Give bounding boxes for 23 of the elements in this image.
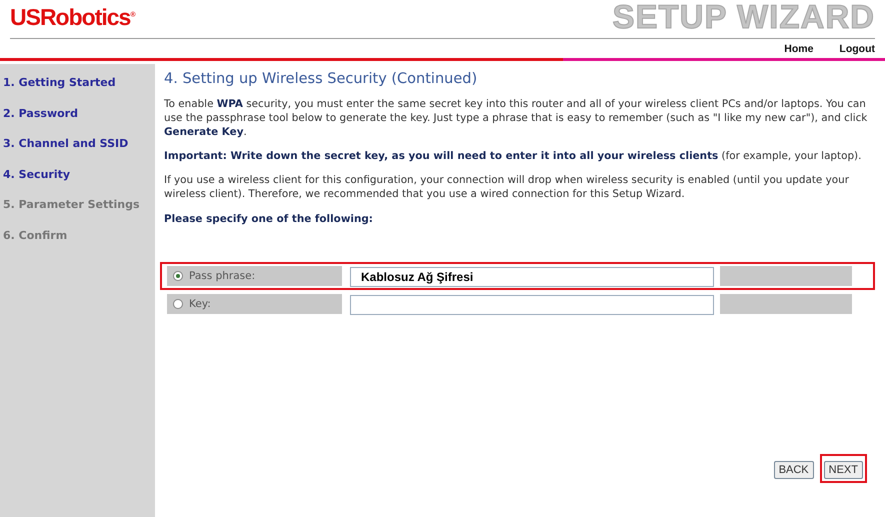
step-link[interactable]: 1. Getting Started [0,76,155,106]
step-link[interactable]: 3. Channel and SSID [0,137,155,168]
nav-button[interactable]: NEXT [824,461,863,479]
option-label: Key: [189,298,211,310]
paragraph: Important: Write down the secret key, as you will need to enter it into all your wireless clients (for example, your laptop). [164,149,862,163]
radio-icon[interactable] [173,271,183,281]
option-label: Pass phrase: [189,270,256,282]
nav-link[interactable]: Home [784,43,814,57]
paragraph: To enable WPA security, you must enter the same secret key into this router and all of your wireless client PCs and/or laptops. You can use the passphrase tool below to generate the key. Just type a phrase that is easy to remember (such as "I like my new car"), and click Generate Key. [164,97,868,139]
nav-link[interactable]: Logout [839,43,875,57]
step-link[interactable]: 2. Password [0,106,155,137]
page-heading: 4. Setting up Wireless Security (Continued) [164,71,478,87]
text-field[interactable] [350,294,714,314]
radio-icon[interactable] [173,299,183,309]
text-field[interactable]: Kablosuz Ağ Şifresi [350,266,714,286]
step-link[interactable]: 4. Security [0,168,155,198]
brand-logo: USRobotics$^{®}$ [10,3,135,31]
wizard-title: SETUP WIZARD [612,0,875,34]
radio-option[interactable]: Pass phrase: [167,266,342,286]
nav-button[interactable]: BACK [774,461,814,479]
radio-option[interactable]: Key: [167,294,342,314]
paragraph: If you use a wireless client for this configuration, your connection will drop when wireless security is enabled (until you update your wireless client). Therefore, we recommended that you use a wired connection for this Setup Wizard. [164,173,850,201]
prompt-text: Please specify one of the following: [164,213,374,225]
